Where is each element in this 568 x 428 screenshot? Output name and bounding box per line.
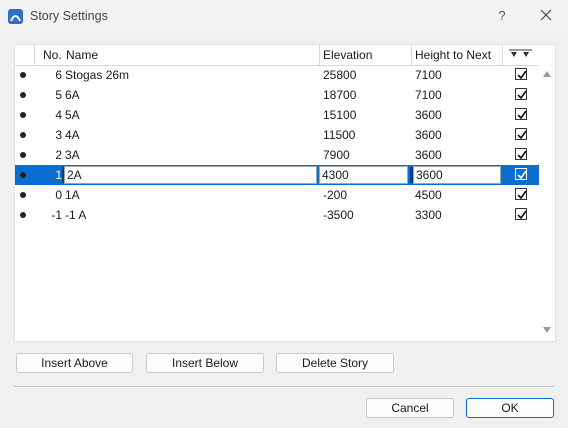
table-row[interactable]: 4 5A 15100 3600 <box>15 105 539 125</box>
show-story-checkbox[interactable] <box>515 68 527 80</box>
story-number: 4 <box>55 108 62 122</box>
table-header: No. Name Elevation Height to Next <box>15 45 539 66</box>
story-marker-icon <box>20 92 26 98</box>
close-icon[interactable] <box>534 6 558 26</box>
elevation-cell[interactable]: 25800 <box>323 65 408 85</box>
delete-story-button[interactable]: Delete Story <box>276 353 394 373</box>
insert-below-button[interactable]: Insert Below <box>146 353 264 373</box>
story-marker-icon <box>20 212 26 218</box>
story-name-cell[interactable]: Stogas 26m <box>65 65 315 85</box>
ok-button[interactable]: OK <box>466 398 554 418</box>
title-bar: Story Settings ? <box>0 0 568 32</box>
scroll-up-arrow-icon <box>543 71 551 77</box>
table-row[interactable]: 6 Stogas 26m 25800 7100 <box>15 65 539 85</box>
help-button[interactable]: ? <box>490 6 514 26</box>
show-story-checkbox[interactable] <box>515 168 527 180</box>
show-column-icon[interactable] <box>508 45 534 65</box>
story-number: 6 <box>55 68 62 82</box>
story-marker-icon <box>20 112 26 118</box>
column-header-height-to-next[interactable]: Height to Next <box>415 45 491 65</box>
story-marker-icon <box>20 172 26 178</box>
elevation-cell[interactable]: -3500 <box>323 205 408 225</box>
story-marker-icon <box>20 152 26 158</box>
table-row[interactable]: 3 4A 11500 3600 <box>15 125 539 145</box>
height-to-next-cell[interactable]: 3600 <box>415 105 500 125</box>
story-number: 2 <box>55 148 62 162</box>
window-title: Story Settings <box>30 9 108 23</box>
table-row[interactable]: 0 1A -200 4500 <box>15 185 539 205</box>
story-number: 0 <box>55 188 62 202</box>
story-name-cell[interactable]: -1 A <box>65 205 315 225</box>
story-name-cell[interactable]: 5A <box>65 105 315 125</box>
elevation-cell[interactable]: 7900 <box>323 145 408 165</box>
height-to-next-cell[interactable]: 7100 <box>415 65 500 85</box>
elevation-cell[interactable]: -200 <box>323 185 408 205</box>
scroll-down-arrow-icon <box>543 327 551 333</box>
height-to-next-cell[interactable]: 3600 <box>413 166 501 184</box>
table-row[interactable]: 1 2A 4300 3600 <box>15 165 539 185</box>
height-to-next-cell[interactable]: 3600 <box>415 125 500 145</box>
elevation-cell[interactable]: 11500 <box>323 125 408 145</box>
divider <box>14 386 554 387</box>
show-story-checkbox[interactable] <box>515 148 527 160</box>
story-table: No. Name Elevation Height to Next 6 Stoga… <box>14 44 556 342</box>
story-marker-icon <box>20 132 26 138</box>
column-header-name[interactable]: Name <box>66 45 98 65</box>
story-number: -1 <box>51 208 62 222</box>
story-number: 5 <box>55 88 62 102</box>
table-row[interactable]: 2 3A 7900 3600 <box>15 145 539 165</box>
elevation-cell[interactable]: 18700 <box>323 85 408 105</box>
height-to-next-cell[interactable]: 3600 <box>415 145 500 165</box>
show-story-checkbox[interactable] <box>515 108 527 120</box>
table-row[interactable]: 5 6A 18700 7100 <box>15 85 539 105</box>
insert-above-button[interactable]: Insert Above <box>16 353 133 373</box>
story-number: 3 <box>55 128 62 142</box>
show-story-checkbox[interactable] <box>515 88 527 100</box>
story-marker-icon <box>20 192 26 198</box>
story-name-cell[interactable]: 6A <box>65 85 315 105</box>
story-name-cell[interactable]: 2A <box>64 166 317 184</box>
height-to-next-cell[interactable]: 3300 <box>415 205 500 225</box>
show-story-checkbox[interactable] <box>515 188 527 200</box>
table-row[interactable]: -1 -1 A -3500 3300 <box>15 205 539 225</box>
story-marker-icon <box>20 72 26 78</box>
story-name-cell[interactable]: 4A <box>65 125 315 145</box>
story-name-cell[interactable]: 1A <box>65 185 315 205</box>
elevation-cell[interactable]: 15100 <box>323 105 408 125</box>
archicad-app-icon <box>8 9 23 24</box>
height-to-next-cell[interactable]: 7100 <box>415 85 500 105</box>
column-header-elevation[interactable]: Elevation <box>323 45 372 65</box>
column-header-no[interactable]: No. <box>43 45 62 65</box>
table-scrollbar[interactable] <box>540 65 554 340</box>
story-number: 1 <box>55 168 62 182</box>
story-name-cell[interactable]: 3A <box>65 145 315 165</box>
cancel-button[interactable]: Cancel <box>366 398 454 418</box>
height-to-next-cell[interactable]: 4500 <box>415 185 500 205</box>
show-story-checkbox[interactable] <box>515 208 527 220</box>
elevation-cell[interactable]: 4300 <box>319 166 408 184</box>
show-story-checkbox[interactable] <box>515 128 527 140</box>
